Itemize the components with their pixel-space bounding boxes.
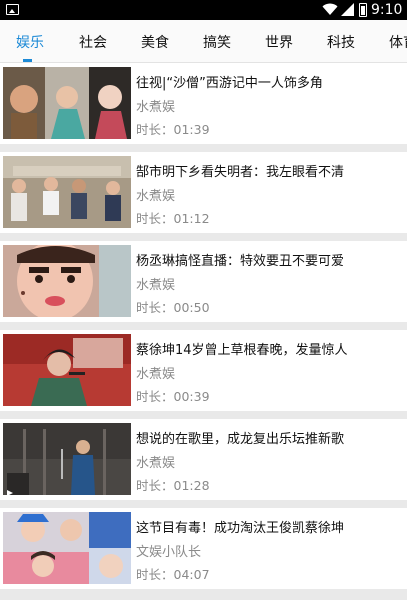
duration-label: 时长： xyxy=(136,389,174,404)
duration-value: 01:12 xyxy=(173,211,210,226)
status-bar: 9:10 xyxy=(0,0,407,20)
tab-tech[interactable]: 科技 xyxy=(327,32,355,52)
video-title[interactable]: 往视|“沙僧”西游记中一人饰多角 xyxy=(136,72,323,91)
duration-label: 时长： xyxy=(136,300,174,315)
video-thumbnail xyxy=(3,423,131,495)
clock-time: 9:10 xyxy=(371,2,403,18)
video-duration: 时长：01:39 xyxy=(136,119,210,138)
video-thumbnail xyxy=(3,67,131,139)
video-author: 水煮娱 xyxy=(136,456,176,471)
video-author: 水煮娱 xyxy=(136,278,176,293)
video-author: 水煮娱 xyxy=(136,367,176,382)
video-duration: 时长：04:07 xyxy=(136,564,210,583)
duration-label: 时长： xyxy=(136,567,174,582)
tab-food[interactable]: 美食 xyxy=(141,32,169,52)
video-author: 水煮娱 xyxy=(136,189,176,204)
video-title[interactable]: 想说的在歌里，成龙复出乐坛推新歌 xyxy=(136,428,344,447)
duration-value: 00:50 xyxy=(173,300,210,315)
video-thumbnail xyxy=(3,334,131,406)
video-item[interactable]: 这节目有毒！成功淘汰王俊凯蔡徐坤 文娱小队长 时长：04:07 xyxy=(0,508,407,589)
video-item[interactable]: 想说的在歌里，成龙复出乐坛推新歌 水煮娱 时长：01:28 xyxy=(0,419,407,500)
cell-signal-icon xyxy=(341,3,354,16)
duration-value: 04:07 xyxy=(173,567,210,582)
video-thumbnail xyxy=(3,156,131,228)
video-duration: 时长：01:28 xyxy=(136,475,210,494)
video-duration: 时长：01:12 xyxy=(136,208,210,227)
video-title[interactable]: 这节目有毒！成功淘汰王俊凯蔡徐坤 xyxy=(136,517,344,536)
video-duration: 时长：00:39 xyxy=(136,386,210,405)
duration-value: 01:28 xyxy=(173,478,210,493)
video-author: 文娱小队长 xyxy=(136,545,202,560)
duration-label: 时长： xyxy=(136,122,174,137)
image-notification-icon xyxy=(6,4,19,15)
video-item[interactable]: 蔡徐坤14岁曾上草根春晚，发量惊人 水煮娱 时长：00:39 xyxy=(0,330,407,411)
video-title[interactable]: 杨丞琳搞怪直播：特效要丑不要可爱 xyxy=(136,250,344,269)
video-title[interactable]: 蔡徐坤14岁曾上草根春晚，发量惊人 xyxy=(136,339,348,358)
battery-icon xyxy=(359,3,367,17)
duration-value: 01:39 xyxy=(173,122,210,137)
video-author: 水煮娱 xyxy=(136,100,176,115)
tab-entertainment[interactable]: 娱乐 xyxy=(16,32,44,52)
duration-value: 00:39 xyxy=(173,389,210,404)
video-thumbnail xyxy=(3,512,131,584)
video-item[interactable]: 往视|“沙僧”西游记中一人饰多角 水煮娱 时长：01:39 xyxy=(0,63,407,144)
video-item[interactable]: 郜市明下乡看失明者：我左眼看不清 水煮娱 时长：01:12 xyxy=(0,152,407,233)
tab-sports[interactable]: 体育 xyxy=(389,32,407,52)
video-thumbnail xyxy=(3,245,131,317)
video-item[interactable]: 杨丞琳搞怪直播：特效要丑不要可爱 水煮娱 时长：00:50 xyxy=(0,241,407,322)
tab-world[interactable]: 世界 xyxy=(265,32,293,52)
duration-label: 时长： xyxy=(136,478,174,493)
tab-funny[interactable]: 搞笑 xyxy=(203,32,231,52)
video-duration: 时长：00:50 xyxy=(136,297,210,316)
wifi-icon xyxy=(322,3,338,15)
video-title[interactable]: 郜市明下乡看失明者：我左眼看不清 xyxy=(136,161,344,180)
tab-society[interactable]: 社会 xyxy=(79,32,107,52)
duration-label: 时长： xyxy=(136,211,174,226)
category-tabs: 娱乐 社会 美食 搞笑 世界 科技 体育 xyxy=(0,20,407,63)
